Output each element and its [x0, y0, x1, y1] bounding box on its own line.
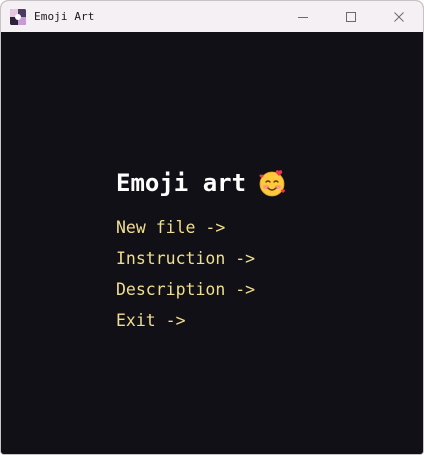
heading: Emoji art	[116, 167, 286, 199]
menu-item-instruction[interactable]: Instruction ->	[116, 243, 286, 274]
close-icon	[394, 11, 404, 22]
minimize-button[interactable]	[279, 1, 327, 32]
menu-item-exit[interactable]: Exit ->	[116, 305, 286, 336]
menu-item-description[interactable]: Description ->	[116, 274, 286, 305]
maximize-icon	[346, 11, 356, 22]
close-button[interactable]	[375, 1, 423, 32]
app-icon	[10, 8, 26, 25]
app-window: Emoji Art Emoji art New file -> Instruct…	[0, 0, 424, 455]
maximize-button[interactable]	[327, 1, 375, 32]
main-content: Emoji art New file -> Instruction -> Des…	[1, 32, 423, 454]
main-menu: Emoji art New file -> Instruction -> Des…	[116, 167, 286, 336]
smiling-face-with-hearts-icon	[258, 169, 286, 197]
menu-item-new-file[interactable]: New file ->	[116, 212, 286, 243]
page-title: Emoji art	[116, 169, 247, 197]
title-bar[interactable]: Emoji Art	[1, 1, 423, 32]
minimize-icon	[298, 16, 308, 18]
window-controls	[279, 1, 423, 32]
window-title: Emoji Art	[34, 10, 95, 23]
